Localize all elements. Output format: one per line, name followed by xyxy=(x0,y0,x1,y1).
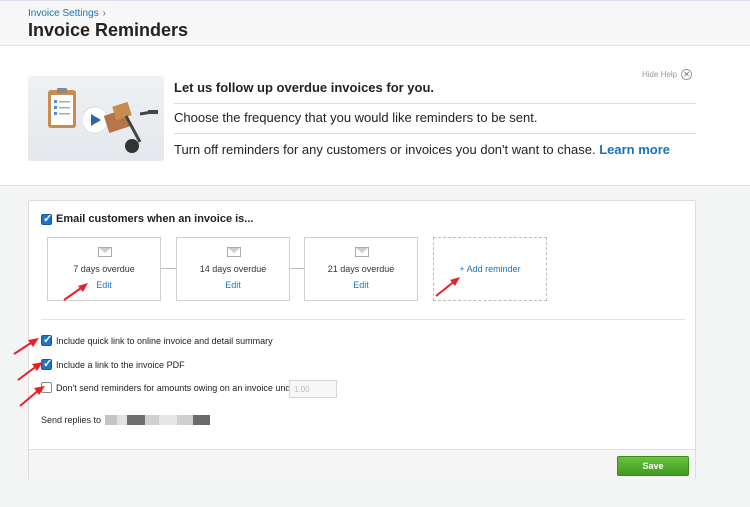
help-heading: Let us follow up overdue invoices for yo… xyxy=(174,80,696,104)
reminder-edit-link[interactable]: Edit xyxy=(305,280,417,290)
video-illustration-icon xyxy=(48,88,158,153)
help-text-turn-off: Turn off reminders for any customers or … xyxy=(174,142,696,166)
redacted-email-field[interactable] xyxy=(105,415,211,425)
quick-link-checkbox[interactable] xyxy=(41,333,52,346)
reminder-connector xyxy=(161,268,177,269)
annotation-arrow-icon xyxy=(17,362,43,381)
reminder-label: 14 days overdue xyxy=(199,264,267,274)
annotation-arrow-icon xyxy=(435,277,460,297)
close-icon: ✕ xyxy=(681,69,693,80)
send-replies-label: Send replies to xyxy=(41,415,102,425)
help-video-thumbnail[interactable] xyxy=(28,76,164,161)
option-quick-link: Include quick link to online invoice and… xyxy=(41,333,273,346)
reminder-settings-card: Email customers when an invoice is... 7 … xyxy=(28,200,696,480)
reminder-edit-link[interactable]: Edit xyxy=(177,280,289,290)
page-title: Invoice Reminders xyxy=(28,20,189,40)
envelope-icon xyxy=(355,247,369,257)
reminder-label: 7 days overdue xyxy=(73,264,135,274)
help-panel: Hide Help ✕ Let us follow up overdue inv… xyxy=(0,46,750,186)
annotation-arrow-icon xyxy=(19,386,45,407)
save-button[interactable]: Save xyxy=(617,456,689,476)
section-divider xyxy=(41,319,685,320)
hide-help-button[interactable]: Hide Help ✕ xyxy=(642,69,693,80)
email-customers-checkbox[interactable] xyxy=(41,212,52,225)
card-footer: Save xyxy=(29,449,695,480)
help-text-turn-off-label: Turn off reminders for any customers or … xyxy=(174,142,596,157)
help-text-frequency: Choose the frequency that you would like… xyxy=(174,110,696,134)
minimum-amount-label: Don't send reminders for amounts owing o… xyxy=(56,382,299,393)
breadcrumb-separator: › xyxy=(102,8,106,19)
breadcrumb: Invoice Settings › xyxy=(28,8,106,19)
reminder-label: 21 days overdue xyxy=(327,264,395,274)
reminder-card-21-days: 21 days overdue Edit xyxy=(304,237,418,301)
quick-link-label: Include quick link to online invoice and… xyxy=(56,335,273,346)
option-pdf-link: Include a link to the invoice PDF xyxy=(41,357,185,370)
annotation-arrow-icon xyxy=(63,283,88,301)
option-minimum-amount: Don't send reminders for amounts owing o… xyxy=(41,382,298,393)
pdf-link-label: Include a link to the invoice PDF xyxy=(56,359,185,370)
send-replies-row: Send replies to xyxy=(41,415,211,425)
envelope-icon xyxy=(227,247,241,257)
reminder-card-14-days: 14 days overdue Edit xyxy=(176,237,290,301)
header-bar: Invoice Settings › Invoice Reminders xyxy=(0,0,750,46)
hide-help-label: Hide Help xyxy=(642,70,678,79)
breadcrumb-link-invoice-settings[interactable]: Invoice Settings xyxy=(28,8,99,19)
annotation-arrow-icon xyxy=(13,338,39,355)
minimum-amount-input[interactable]: 1.00 xyxy=(289,380,337,398)
learn-more-link[interactable]: Learn more xyxy=(599,142,670,157)
envelope-icon xyxy=(98,247,112,257)
email-customers-row: Email customers when an invoice is... xyxy=(41,212,254,225)
email-customers-label: Email customers when an invoice is... xyxy=(56,213,254,225)
